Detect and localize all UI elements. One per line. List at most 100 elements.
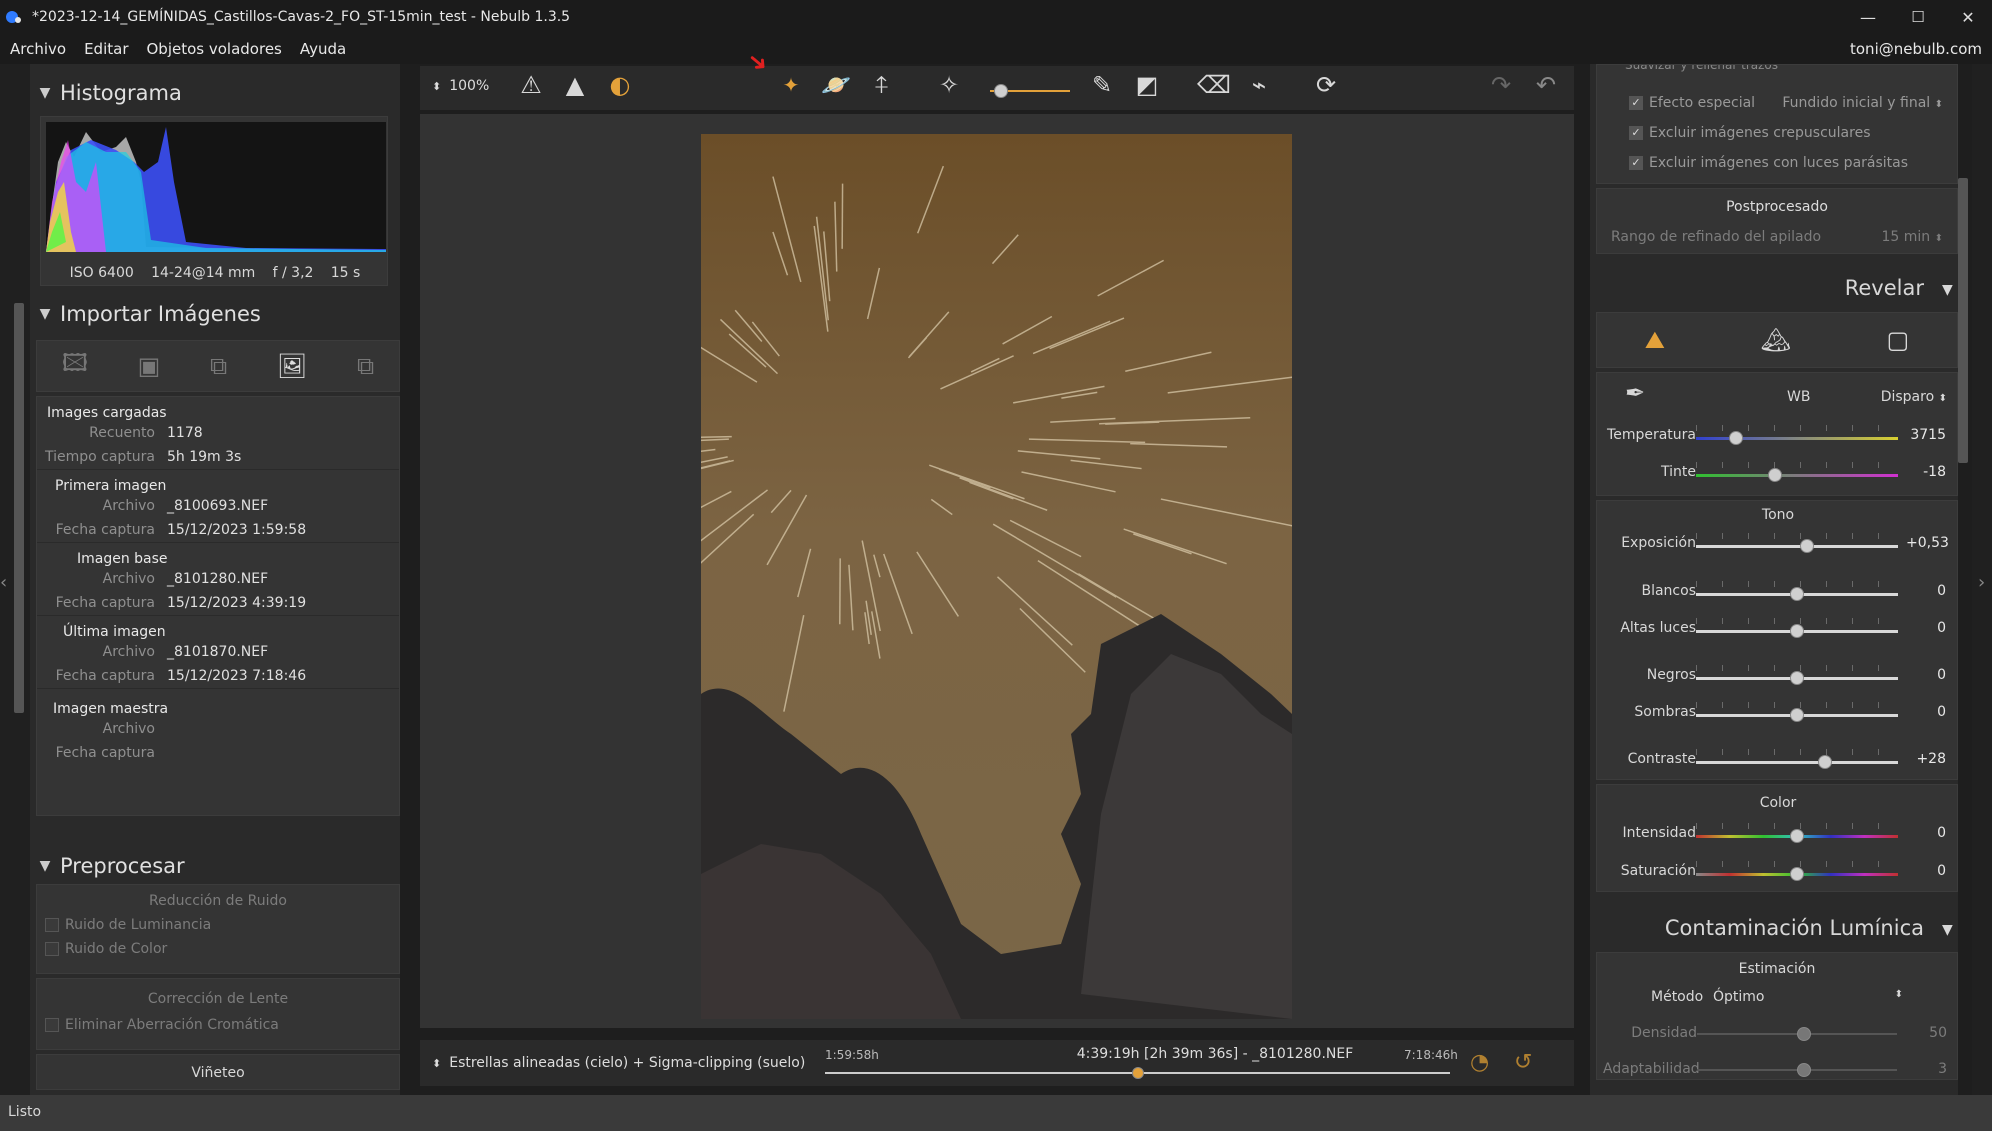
blacks-slider[interactable] (1696, 665, 1898, 685)
temp-value: 3715 (1910, 427, 1946, 443)
whites-slider[interactable] (1696, 581, 1898, 601)
eraser-icon[interactable]: ⌫ (1195, 66, 1233, 104)
lens-correction-box: Corrección de Lente Eliminar Aberración … (36, 978, 400, 1050)
master-image-icon[interactable]: 🖼 (277, 352, 307, 380)
exclude-twilight-checkbox[interactable]: ✓ Excluir imágenes crepusculares (1629, 125, 1870, 141)
eyedropper-icon[interactable]: ✒ (1625, 379, 1645, 407)
collapse-triangle-icon[interactable]: ▼ (1942, 282, 1953, 298)
redo-icon[interactable]: ↷ (1482, 66, 1520, 104)
density-slider[interactable] (1697, 1027, 1897, 1041)
collapse-triangle-icon[interactable]: ▼ (1942, 922, 1953, 938)
menu-ayuda[interactable]: Ayuda (300, 40, 346, 58)
brush-size-slider[interactable] (990, 84, 1070, 98)
blacks-slider-knob[interactable] (1790, 671, 1804, 685)
preprocess-header[interactable]: ▼ Preprocesar (30, 846, 400, 886)
vignette-section[interactable]: Viñeteo (36, 1054, 400, 1090)
highlights-label: Altas luces (1620, 620, 1696, 636)
title-bar: *2023-12-14_GEMÍNIDAS_Castillos-Cavas-2_… (0, 0, 1992, 34)
exposure-slider[interactable] (1696, 533, 1898, 553)
intensity-slider-knob[interactable] (1790, 829, 1804, 843)
import-batch-icon[interactable]: ⧉ (210, 352, 227, 380)
palette-icon[interactable]: ◐ (601, 66, 639, 104)
highlights-value: 0 (1937, 620, 1946, 636)
tint-slider[interactable] (1696, 462, 1898, 482)
tower-icon[interactable]: ⍏ (863, 66, 901, 104)
planet-icon[interactable]: 🪐 (817, 66, 855, 104)
color-noise-checkbox[interactable]: Ruido de Color (37, 933, 399, 957)
import-video-icon[interactable]: ▣ (138, 352, 161, 380)
tint-slider-knob[interactable] (1767, 468, 1782, 482)
warning-outline-icon[interactable]: ⚠ (512, 66, 550, 104)
image-mode-icon[interactable]: ⛰ (1645, 326, 1665, 354)
history-icon[interactable]: ↺ (1514, 1050, 1532, 1075)
star-trail-photo[interactable] (701, 134, 1292, 1019)
stars-icon[interactable]: ✦ (772, 66, 810, 104)
frame-mode-icon[interactable]: ▢ (1887, 326, 1910, 354)
postprocess-box: Postprocesado Rango de refinado del apil… (1596, 188, 1958, 254)
brush-icon[interactable]: ✎ (1083, 66, 1121, 104)
highlights-slider-knob[interactable] (1790, 624, 1804, 638)
intensity-slider[interactable] (1696, 823, 1898, 843)
refresh-icon[interactable]: ⟳ (1307, 66, 1345, 104)
warning-filled-icon[interactable]: ▲ (556, 66, 594, 104)
refine-range-stepper[interactable]: 15 min ⬍ (1881, 229, 1943, 245)
wb-dropdown[interactable]: Disparo ⬍ (1881, 389, 1947, 405)
fill-bucket-icon[interactable]: ◩ (1128, 66, 1166, 104)
contrast-slider[interactable] (1696, 749, 1898, 769)
last-image-label: Última imagen (37, 615, 399, 640)
temp-slider[interactable] (1696, 425, 1898, 445)
status-text: Listo (8, 1104, 42, 1120)
collapse-left-icon[interactable]: ‹ (0, 572, 10, 594)
zoom-selector[interactable]: ⬍ 100% (432, 78, 489, 94)
highlights-slider[interactable] (1696, 618, 1898, 638)
minimize-button[interactable]: — (1842, 0, 1894, 34)
exposure-slider-knob[interactable] (1800, 539, 1815, 553)
saturation-slider-knob[interactable] (1790, 867, 1804, 881)
adaptability-slider[interactable] (1697, 1063, 1897, 1077)
exclude-parasite-checkbox[interactable]: ✓ Excluir imágenes con luces parásitas (1629, 155, 1908, 171)
magic-wand-icon[interactable]: ✧ (930, 66, 968, 104)
luminance-noise-checkbox[interactable]: Ruido de Luminancia (37, 909, 399, 933)
maximize-button[interactable]: ☐ (1892, 0, 1944, 34)
app-logo-icon (6, 11, 21, 23)
import-info: Images cargadas Recuento 1178 Tiempo capt… (36, 396, 400, 816)
user-account[interactable]: toni@nebulb.com (1850, 40, 1982, 58)
capture-time: 5h 19m 3s (167, 449, 242, 465)
collapse-right-icon[interactable]: › (1978, 572, 1985, 593)
intensity-value: 0 (1937, 825, 1946, 841)
menu-objetos-voladores[interactable]: Objetos voladores (147, 40, 282, 58)
color-label: Color (1759, 795, 1797, 811)
histogram-aperture: f / 3,2 (272, 265, 314, 281)
shadows-value: 0 (1937, 704, 1946, 720)
special-effect-checkbox[interactable]: ✓ Efecto especial (1629, 95, 1755, 111)
right-scrollbar[interactable] (1958, 178, 1968, 463)
stack-mode-selector[interactable]: ⬍ Estrellas alineadas (cielo) + Sigma-cli… (432, 1055, 805, 1071)
histogram-header[interactable]: ▼ Histograma (30, 64, 400, 122)
undo-icon[interactable]: ↶ (1527, 66, 1565, 104)
clock-icon[interactable]: ◔ (1470, 1050, 1489, 1075)
whites-slider-knob[interactable] (1790, 587, 1804, 601)
timeline-slider[interactable] (825, 1067, 1450, 1079)
left-scrollbar[interactable] (14, 303, 24, 713)
base-image-file: _8101280.NEF (167, 571, 269, 587)
import-clipboard-icon[interactable]: ⧉ (357, 352, 374, 380)
menu-editar[interactable]: Editar (84, 40, 128, 58)
method-dropdown[interactable]: Óptimo ⬍ (1713, 989, 1913, 1005)
stepper-icon: ⬍ (432, 80, 442, 93)
import-folder-icon[interactable]: 🖾 (62, 346, 88, 387)
special-effect-dropdown[interactable]: Fundido inicial y final ⬍ (1782, 95, 1943, 111)
close-button[interactable]: ✕ (1942, 0, 1992, 34)
reveal-header[interactable]: Revelar (1596, 276, 1958, 300)
shadows-slider-knob[interactable] (1790, 708, 1804, 722)
exposure-label: Exposición (1621, 535, 1696, 551)
saturation-value: 0 (1937, 863, 1946, 879)
collapse-triangle-icon: ▼ (39, 85, 51, 101)
saturation-slider[interactable] (1696, 861, 1898, 881)
light-pollution-header[interactable]: Contaminación Lumínica (1596, 916, 1958, 940)
menu-archivo[interactable]: Archivo (10, 40, 66, 58)
chromatic-aberration-checkbox[interactable]: Eliminar Aberración Cromática (37, 1007, 399, 1033)
shadows-slider[interactable] (1696, 702, 1898, 722)
landscape-mode-icon[interactable]: 🏔 (1760, 326, 1790, 354)
broom-icon[interactable]: ⌁ (1240, 66, 1278, 104)
import-header[interactable]: ▼ Importar Imágenes (30, 294, 400, 334)
